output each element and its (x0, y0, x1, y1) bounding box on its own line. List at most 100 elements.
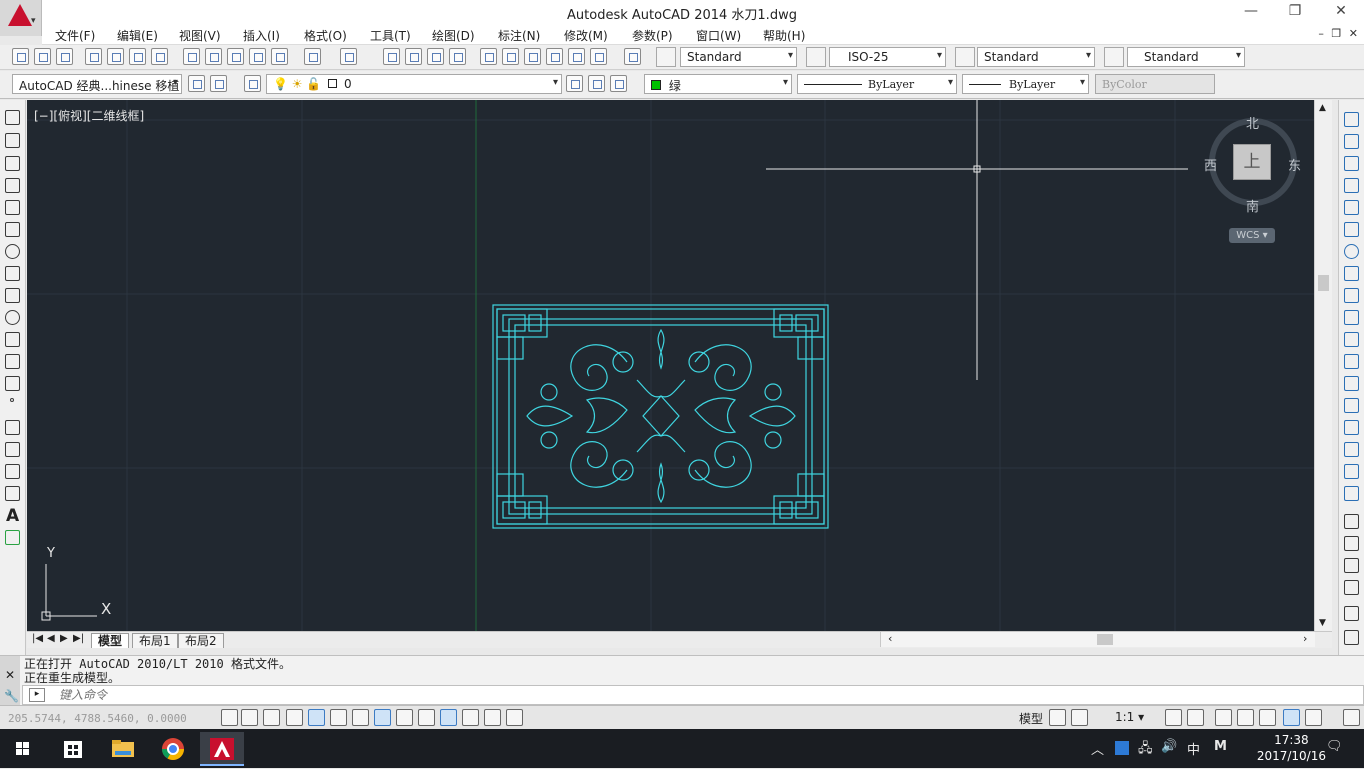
viewport-label[interactable]: [−][俯视][二维线框] (34, 107, 144, 124)
gradient-icon[interactable] (5, 442, 20, 457)
stretch-icon[interactable] (1344, 288, 1359, 303)
scroll-up-icon[interactable]: ▲ (1319, 103, 1326, 113)
cut-icon[interactable] (183, 48, 200, 65)
add-selected-icon[interactable] (5, 530, 20, 545)
lineweight-combo[interactable]: ByLayer ▾ (962, 74, 1089, 94)
ime-indicator[interactable]: 中 (1187, 739, 1200, 758)
model-space-button[interactable]: 模型 (1019, 710, 1043, 727)
erase-icon[interactable] (1344, 112, 1359, 127)
ducs-icon[interactable] (374, 709, 391, 726)
paste-icon[interactable] (227, 48, 244, 65)
chamfer-icon[interactable] (1344, 420, 1359, 435)
store-app-icon[interactable] (51, 732, 95, 766)
text-style-icon[interactable] (656, 47, 676, 67)
break-at-point-icon[interactable] (1344, 354, 1359, 369)
restore-button[interactable]: ❐ (1280, 3, 1310, 21)
make-block-icon[interactable] (5, 376, 20, 391)
menu-format[interactable]: 格式(O) (304, 27, 347, 44)
spline-icon[interactable] (5, 288, 20, 303)
menu-draw[interactable]: 绘图(D) (432, 27, 475, 44)
hatch-icon[interactable] (5, 420, 20, 435)
menu-edit[interactable]: 编辑(E) (117, 27, 158, 44)
otrack-icon[interactable] (352, 709, 369, 726)
color-combo[interactable]: 绿 ▾ (644, 74, 792, 94)
next-tab-button[interactable]: ▶ (60, 633, 68, 644)
workspace-settings-icon[interactable] (188, 75, 205, 92)
command-window-grip[interactable]: ✕ 🔧 (0, 656, 20, 706)
scroll-thumb[interactable] (1318, 275, 1329, 291)
workspace-toggle-icon[interactable] (210, 75, 227, 92)
dim-style-icon[interactable] (806, 47, 826, 67)
workspace-switch-gear-icon[interactable] (1215, 709, 1232, 726)
text-style-combo[interactable]: Standard ▾ (680, 47, 797, 67)
horizontal-scrollbar[interactable]: ‹ › (880, 632, 1315, 647)
customize-wrench-icon[interactable]: 🔧 (4, 689, 19, 703)
dynamic-input-icon[interactable] (396, 709, 413, 726)
drawing-canvas[interactable]: [−][俯视][二维线框] X Y 上 北 南 东 西 WCS ▾ (27, 100, 1314, 631)
volume-icon[interactable]: 🔊 (1161, 739, 1177, 754)
rotate-icon[interactable] (1344, 244, 1359, 259)
insert-block-icon[interactable] (5, 354, 20, 369)
workspace-combo[interactable]: AutoCAD 经典...hinese 移植 ▾ (12, 74, 182, 94)
zoom-previous-icon[interactable] (449, 48, 466, 65)
table-icon[interactable] (5, 486, 20, 501)
windows-start-button[interactable] (0, 732, 44, 766)
ime-mode-indicator[interactable]: M (1214, 739, 1227, 754)
menu-window[interactable]: 窗口(W) (696, 27, 741, 44)
wcs-menu[interactable]: WCS ▾ (1229, 228, 1275, 243)
file-explorer-icon[interactable] (101, 732, 145, 766)
clean-screen-icon[interactable] (1343, 709, 1360, 726)
menu-help[interactable]: 帮助(H) (763, 27, 805, 44)
arc-icon[interactable] (5, 222, 20, 237)
tray-chevron-up-icon[interactable]: ︿ (1091, 739, 1104, 758)
send-to-back-icon[interactable] (1344, 558, 1359, 573)
text-to-front-icon[interactable] (1344, 606, 1359, 621)
make-current-icon[interactable] (566, 75, 583, 92)
hscroll-thumb[interactable] (1097, 634, 1113, 645)
publish-icon[interactable] (129, 48, 146, 65)
extend-icon[interactable] (1344, 332, 1359, 347)
trim-icon[interactable] (1344, 310, 1359, 325)
sheet-set-icon[interactable] (546, 48, 563, 65)
quickcalc-icon[interactable] (590, 48, 607, 65)
blend-curves-icon[interactable] (1344, 464, 1359, 479)
3d-osnap-icon[interactable] (330, 709, 347, 726)
pan-icon[interactable] (383, 48, 400, 65)
linetype-combo[interactable]: ByLayer ▾ (797, 74, 957, 94)
new-icon[interactable] (12, 48, 29, 65)
3d-print-icon[interactable] (151, 48, 168, 65)
help-icon[interactable] (624, 48, 641, 65)
lightbulb-status-icon[interactable] (1305, 709, 1322, 726)
command-prompt-icon[interactable]: ▸ (29, 688, 45, 702)
prev-tab-button[interactable]: ◀ (47, 633, 55, 644)
minimize-button[interactable]: — (1236, 3, 1266, 21)
coordinates-readout[interactable]: 205.5744, 4788.5460, 0.0000 (8, 712, 187, 725)
annotation-scale[interactable]: 1:1 ▾ (1115, 710, 1144, 724)
table-style-combo[interactable]: Standard ▾ (977, 47, 1095, 67)
multileader-style-combo[interactable]: Standard ▾ (1127, 47, 1245, 67)
scale-icon[interactable] (1344, 266, 1359, 281)
viewcube-top-face[interactable]: 上 (1233, 144, 1271, 180)
selection-cycling-icon[interactable] (484, 709, 501, 726)
design-center-icon[interactable] (502, 48, 519, 65)
multileader-style-icon[interactable] (1104, 47, 1124, 67)
save-icon[interactable] (56, 48, 73, 65)
quick-view-drawings-icon[interactable] (1071, 709, 1088, 726)
close-command-icon[interactable]: ✕ (5, 668, 15, 682)
menu-insert[interactable]: 插入(I) (243, 27, 280, 44)
ellipse-icon[interactable] (5, 310, 20, 325)
hardware-acceleration-icon[interactable] (1259, 709, 1276, 726)
markup-icon[interactable] (568, 48, 585, 65)
polyline-icon[interactable] (5, 156, 20, 171)
open-icon[interactable] (34, 48, 51, 65)
auto-scale-icon[interactable] (1187, 709, 1204, 726)
compass-east[interactable]: 东 (1288, 155, 1301, 174)
command-input-box[interactable]: ▸ (22, 685, 1364, 705)
fillet-icon[interactable] (1344, 442, 1359, 457)
offset-icon[interactable] (1344, 178, 1359, 193)
ortho-icon[interactable] (263, 709, 280, 726)
redo-icon[interactable] (340, 48, 357, 65)
layer-state-icon[interactable] (610, 75, 627, 92)
mirror-icon[interactable] (1344, 156, 1359, 171)
system-clock[interactable]: 17:38 2017/10/16 (1257, 732, 1326, 764)
